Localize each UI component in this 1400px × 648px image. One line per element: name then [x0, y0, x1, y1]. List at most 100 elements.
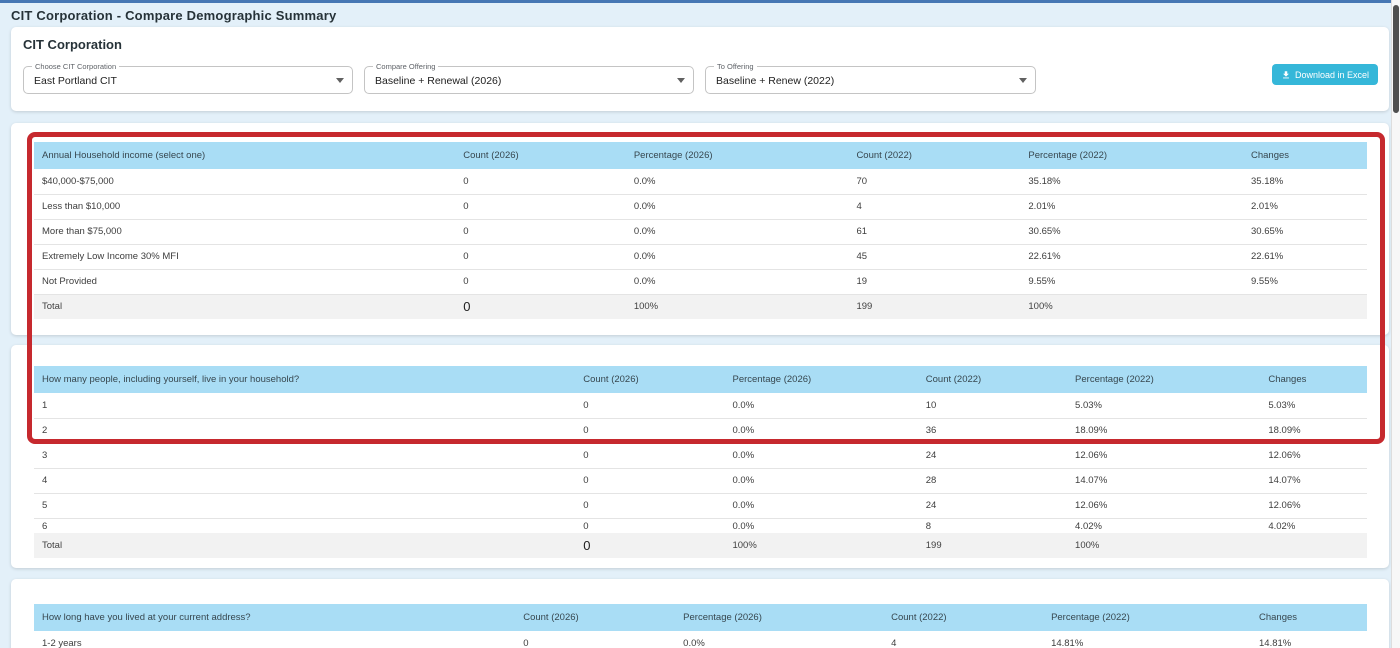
table-total-row: Total0100%199100%	[34, 294, 1367, 319]
column-header-cell: Count (2022)	[848, 142, 1020, 169]
table-cell: 61	[848, 219, 1020, 244]
select-value: Baseline + Renewal (2026)	[375, 75, 501, 87]
table-cell: 9.55%	[1243, 269, 1367, 294]
column-header-cell: Percentage (2022)	[1043, 604, 1251, 631]
table-header-row: How many people, including yourself, liv…	[34, 366, 1367, 393]
table-cell: 100%	[1020, 294, 1243, 319]
table-cell: 199	[918, 533, 1067, 558]
select-label: Compare Offering	[373, 62, 438, 71]
table-row: $40,000-$75,00000.0%7035.18%35.18%	[34, 169, 1367, 194]
table-row: 100.0%105.03%5.03%	[34, 393, 1367, 418]
column-header-cell: Percentage (2026)	[724, 366, 917, 393]
table-cell	[1243, 294, 1367, 319]
download-icon	[1281, 70, 1291, 80]
column-header-cell: Changes	[1251, 604, 1367, 631]
table-cell: 4	[848, 194, 1020, 219]
table-row: 300.0%2412.06%12.06%	[34, 443, 1367, 468]
table-cell: Less than $10,000	[34, 194, 455, 219]
table-cell: 12.06%	[1067, 493, 1260, 518]
table-cell: 100%	[626, 294, 849, 319]
table-cell: 0	[455, 194, 626, 219]
table-cell: 19	[848, 269, 1020, 294]
table-cell: 100%	[724, 533, 917, 558]
table-cell: 0	[575, 518, 724, 533]
table-cell: 0.0%	[626, 244, 849, 269]
table-cell: 199	[848, 294, 1020, 319]
table-cell: 1	[34, 393, 575, 418]
table-cell: Total	[34, 533, 575, 558]
table-cell: 2.01%	[1243, 194, 1367, 219]
to-offering-select[interactable]: To Offering Baseline + Renew (2022)	[705, 66, 1036, 94]
question-header-cell: How many people, including yourself, liv…	[34, 366, 575, 393]
table-cell: 5.03%	[1067, 393, 1260, 418]
column-header-cell: Percentage (2022)	[1020, 142, 1243, 169]
table-cell: 0	[575, 393, 724, 418]
table-cell: 0.0%	[724, 443, 917, 468]
table-cell: 18.09%	[1260, 418, 1367, 443]
chevron-down-icon	[336, 78, 344, 83]
table-cell: 0	[575, 493, 724, 518]
table-header-row: Annual Household income (select one) Cou…	[34, 142, 1367, 169]
table-card-household-income: Annual Household income (select one) Cou…	[11, 123, 1389, 335]
vertical-scrollbar-track[interactable]	[1391, 0, 1400, 648]
table-cell: 2.01%	[1020, 194, 1243, 219]
table-row: Less than $10,00000.0%42.01%2.01%	[34, 194, 1367, 219]
column-header-cell: Changes	[1260, 366, 1367, 393]
table-cell: 14.07%	[1260, 468, 1367, 493]
table-cell: 12.06%	[1260, 493, 1367, 518]
demographic-summary-table: How long have you lived at your current …	[34, 604, 1367, 648]
chevron-down-icon	[1019, 78, 1027, 83]
table-cell: 28	[918, 468, 1067, 493]
table-cell: 12.06%	[1067, 443, 1260, 468]
table-header-row: How long have you lived at your current …	[34, 604, 1367, 631]
table-cell: 6	[34, 518, 575, 533]
compare-offering-select[interactable]: Compare Offering Baseline + Renewal (202…	[364, 66, 694, 94]
column-header-cell: Count (2026)	[455, 142, 626, 169]
choose-cit-corporation-select[interactable]: Choose CIT Corporation East Portland CIT	[23, 66, 353, 94]
vertical-scrollbar-thumb[interactable]	[1393, 5, 1399, 113]
table-cell: 30.65%	[1243, 219, 1367, 244]
table-cell: 2	[34, 418, 575, 443]
column-header-cell: Changes	[1243, 142, 1367, 169]
table-cell: 10	[918, 393, 1067, 418]
table-cell: 8	[918, 518, 1067, 533]
panel-heading: CIT Corporation	[23, 37, 122, 52]
table-cell: 0.0%	[724, 518, 917, 533]
download-button-label: Download in Excel	[1295, 70, 1369, 80]
table-cell: 9.55%	[1020, 269, 1243, 294]
select-label: Choose CIT Corporation	[32, 62, 119, 71]
table-cell: 0	[455, 219, 626, 244]
table-card-household-size: How many people, including yourself, liv…	[11, 345, 1389, 568]
table-cell: 70	[848, 169, 1020, 194]
filter-panel: CIT Corporation Choose CIT Corporation E…	[11, 27, 1389, 111]
table-row: 500.0%2412.06%12.06%	[34, 493, 1367, 518]
select-value: East Portland CIT	[34, 75, 117, 87]
select-label: To Offering	[714, 62, 757, 71]
table-row: More than $75,00000.0%6130.65%30.65%	[34, 219, 1367, 244]
column-header-cell: Percentage (2026)	[626, 142, 849, 169]
demographic-summary-table: Annual Household income (select one) Cou…	[34, 142, 1367, 319]
chevron-down-icon	[677, 78, 685, 83]
table-cell: Total	[34, 294, 455, 319]
table-cell: 0	[455, 294, 626, 319]
table-cell: 0.0%	[626, 269, 849, 294]
table-cell: Extremely Low Income 30% MFI	[34, 244, 455, 269]
table-row: Extremely Low Income 30% MFI00.0%4522.61…	[34, 244, 1367, 269]
table-cell: 100%	[1067, 533, 1260, 558]
table-cell: 35.18%	[1020, 169, 1243, 194]
table-cell: 0	[575, 418, 724, 443]
select-value: Baseline + Renew (2022)	[716, 75, 834, 87]
table-cell: 0	[455, 169, 626, 194]
table-cell: 22.61%	[1020, 244, 1243, 269]
column-header-cell: Percentage (2022)	[1067, 366, 1260, 393]
table-row: 1-2 years00.0%414.81%14.81%	[34, 631, 1367, 648]
table-cell: 4.02%	[1260, 518, 1367, 533]
table-cell: 36	[918, 418, 1067, 443]
table-row: 400.0%2814.07%14.07%	[34, 468, 1367, 493]
table-cell: 4.02%	[1067, 518, 1260, 533]
table-cell: 24	[918, 443, 1067, 468]
table-cell: 0	[455, 269, 626, 294]
table-cell: 18.09%	[1067, 418, 1260, 443]
download-in-excel-button[interactable]: Download in Excel	[1272, 64, 1378, 85]
table-cell: 45	[848, 244, 1020, 269]
